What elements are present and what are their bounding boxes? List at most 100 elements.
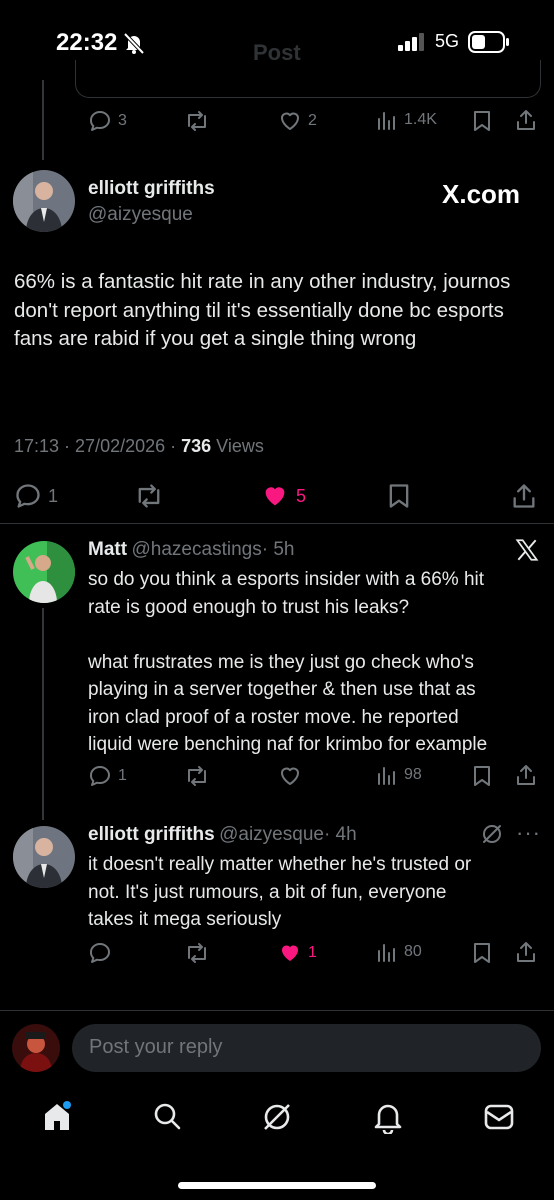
post-metadata: 17:13 · 27/02/2026 · 736 Views bbox=[14, 436, 264, 457]
heart-icon bbox=[260, 482, 290, 510]
nav-grok[interactable] bbox=[260, 1100, 294, 1134]
reply-icon bbox=[88, 941, 112, 965]
nav-notifications[interactable] bbox=[372, 1100, 404, 1134]
bookmark-icon bbox=[471, 764, 493, 788]
main-like-button[interactable]: 5 bbox=[260, 482, 306, 510]
reply2-author-name[interactable]: elliott griffiths bbox=[88, 824, 215, 845]
reply1-reply-button[interactable]: 1 bbox=[88, 764, 127, 788]
repost-icon bbox=[134, 482, 164, 510]
views-icon bbox=[376, 764, 398, 786]
reply2-text: it doesn't really matter whether he's tr… bbox=[88, 851, 471, 934]
heart-icon bbox=[278, 941, 302, 965]
share-icon bbox=[514, 108, 538, 132]
post-views-count: 736 bbox=[181, 436, 212, 456]
divider bbox=[0, 523, 554, 524]
views-icon bbox=[376, 941, 398, 963]
main-bookmark-button[interactable] bbox=[386, 482, 412, 510]
bookmark-icon bbox=[471, 109, 493, 133]
reply2-header: elliott griffiths @aizyesque· 4h bbox=[88, 824, 357, 846]
views-count: 98 bbox=[404, 766, 422, 783]
reply-count: 3 bbox=[118, 112, 127, 129]
bookmark-icon bbox=[386, 482, 412, 510]
reply-input-placeholder: Post your reply bbox=[89, 1036, 223, 1058]
reply1-author-name[interactable]: Matt bbox=[88, 539, 127, 560]
repost-icon bbox=[184, 941, 210, 965]
top-bookmark-button[interactable] bbox=[471, 109, 493, 133]
like-count: 5 bbox=[296, 485, 307, 506]
reply1-line: liquid were benching naf for krimbo for … bbox=[88, 734, 488, 755]
share-icon bbox=[510, 482, 538, 510]
thread-line bbox=[42, 80, 44, 160]
main-repost-button[interactable] bbox=[134, 482, 164, 510]
nav-home[interactable] bbox=[40, 1100, 74, 1134]
top-share-button[interactable] bbox=[514, 108, 538, 132]
reply2-age: · 4h bbox=[323, 824, 357, 845]
reply-icon bbox=[88, 109, 112, 133]
reply-count: 1 bbox=[48, 485, 59, 506]
main-reply-button[interactable]: 1 bbox=[14, 482, 58, 510]
like-count: 1 bbox=[308, 944, 317, 961]
current-user-avatar[interactable] bbox=[12, 1024, 60, 1072]
battery-icon bbox=[468, 31, 510, 53]
top-like-button[interactable]: 2 bbox=[278, 109, 317, 133]
reply-icon bbox=[14, 482, 42, 510]
post-views-label: Views bbox=[211, 436, 264, 456]
reply1-share-button[interactable] bbox=[514, 763, 538, 787]
network-label: 5G bbox=[435, 31, 460, 51]
nav-search[interactable] bbox=[151, 1100, 183, 1132]
reply1-line: iron clad proof of a roster move. he rep… bbox=[88, 706, 459, 728]
main-author-handle[interactable]: @aizyesque bbox=[88, 204, 193, 226]
reply1-author-avatar[interactable] bbox=[13, 541, 75, 603]
reply1-bookmark-button[interactable] bbox=[471, 764, 493, 788]
x-logo-icon bbox=[514, 537, 540, 563]
reply1-text: so do you think a esports insider with a… bbox=[88, 566, 487, 759]
post-timestamp: 17:13 · 27/02/2026 · bbox=[14, 436, 182, 456]
reply1-repost-button[interactable] bbox=[184, 764, 210, 788]
reply-count: 1 bbox=[118, 767, 127, 784]
reply1-author-handle[interactable]: @hazecastings bbox=[132, 539, 262, 560]
reply1-header: Matt @hazecastings· 5h bbox=[88, 539, 294, 561]
reply1-line: what frustrates me is they just go check… bbox=[88, 651, 474, 673]
main-share-button[interactable] bbox=[510, 482, 538, 510]
nav-messages[interactable] bbox=[483, 1102, 515, 1132]
repost-icon bbox=[184, 764, 210, 788]
home-icon bbox=[40, 1100, 74, 1134]
reply1-like-button[interactable] bbox=[278, 764, 302, 788]
grok-icon[interactable] bbox=[481, 823, 503, 845]
like-count: 2 bbox=[308, 112, 317, 129]
grok-icon bbox=[260, 1100, 294, 1134]
reply2-views-button[interactable]: 80 bbox=[376, 941, 422, 963]
views-count: 1.4K bbox=[404, 111, 437, 128]
top-repost-button[interactable] bbox=[184, 109, 210, 133]
share-icon bbox=[514, 763, 538, 787]
bookmark-icon bbox=[471, 941, 493, 965]
top-views-button[interactable]: 1.4K bbox=[376, 109, 437, 131]
home-indicator bbox=[178, 1182, 376, 1189]
top-reply-button[interactable]: 3 bbox=[88, 109, 127, 133]
reply1-line: playing in a server together & then use … bbox=[88, 679, 476, 700]
reply1-line: rate is good enough to trust his leaks? bbox=[88, 596, 410, 618]
reply1-views-button[interactable]: 98 bbox=[376, 764, 422, 786]
reply-icon bbox=[88, 764, 112, 788]
main-post-text: 66% is a fantastic hit rate in any other… bbox=[14, 270, 511, 350]
reply2-bookmark-button[interactable] bbox=[471, 941, 493, 965]
thread-line bbox=[42, 608, 44, 820]
more-icon[interactable]: ··· bbox=[516, 820, 541, 846]
views-icon bbox=[376, 109, 398, 131]
reply2-author-avatar[interactable] bbox=[13, 826, 75, 888]
reply2-line: not. It's just rumours, a bit of fun, ev… bbox=[88, 881, 447, 903]
reply2-author-handle[interactable]: @aizyesque bbox=[219, 824, 324, 845]
status-time: 22:32 bbox=[56, 29, 118, 56]
reply2-reply-button[interactable] bbox=[88, 941, 112, 965]
reply2-repost-button[interactable] bbox=[184, 941, 210, 965]
main-author-name[interactable]: elliott griffiths bbox=[88, 178, 215, 200]
reply1-age: · 5h bbox=[261, 539, 295, 560]
reply2-share-button[interactable] bbox=[514, 940, 538, 964]
main-author-avatar[interactable] bbox=[13, 170, 75, 232]
reply2-like-button[interactable]: 1 bbox=[278, 941, 317, 965]
messages-icon bbox=[483, 1102, 515, 1132]
x-logo-icon: X.com bbox=[442, 179, 521, 209]
reply2-line: it doesn't really matter whether he's tr… bbox=[88, 854, 472, 875]
search-icon bbox=[151, 1100, 183, 1132]
divider bbox=[0, 1010, 554, 1011]
